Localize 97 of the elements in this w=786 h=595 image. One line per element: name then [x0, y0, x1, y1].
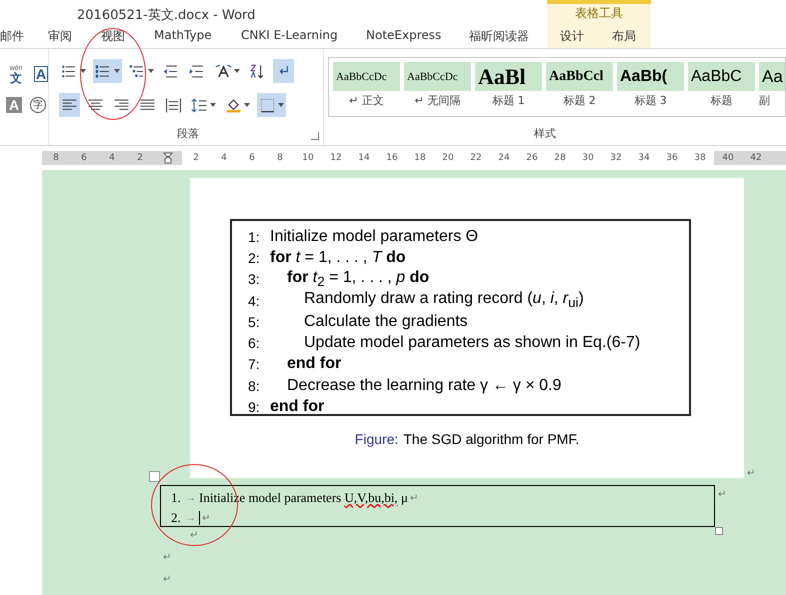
distribute-icon [165, 96, 182, 114]
caret-icon[interactable] [114, 69, 120, 73]
ruler-number: 6 [80, 152, 88, 165]
ruler-number: 34 [637, 152, 651, 165]
ribbon-tab[interactable]: 设计 [560, 28, 584, 45]
ruler-number: 16 [385, 152, 399, 165]
ruler-number: 36 [665, 152, 679, 165]
caret-icon[interactable] [278, 103, 284, 107]
figure-caption: The SGD algorithm for PMF. [403, 431, 580, 447]
tab-mark: → [185, 492, 197, 504]
paragraph-mark: ↵ [410, 492, 418, 504]
dialog-launcher-icon[interactable] [311, 132, 319, 140]
ruler-number: 26 [525, 152, 539, 165]
ruler-number: 22 [469, 152, 483, 165]
ruler-number: 12 [329, 152, 343, 165]
row-end-mark: ↵ [718, 489, 726, 500]
ruler-number: 2 [136, 152, 144, 165]
character-border-button[interactable]: A [34, 66, 48, 82]
ruler-number: 24 [497, 152, 511, 165]
ruler-number: 38 [693, 152, 707, 165]
ruler-number: 8 [276, 152, 284, 165]
ruler-number: 28 [553, 152, 567, 165]
ribbon-tab[interactable]: MathType [154, 28, 212, 42]
algorithm-line: Decrease the learning rate γ ← γ × 0.9 [287, 376, 562, 395]
spacing-icon [191, 96, 208, 114]
ruler-number: 20 [441, 152, 455, 165]
line-number: 9: [248, 399, 261, 416]
bullets-icon [61, 62, 78, 80]
line-number: 8: [248, 378, 261, 394]
numbering-icon [95, 62, 112, 80]
paragraph-mark: ↵ [163, 552, 172, 563]
tab-mark: → [185, 512, 197, 524]
algorithm-line: for t = 1, . . . , T do [270, 248, 406, 267]
paragraph-mark: ↵ [747, 468, 756, 479]
numbering-button[interactable] [93, 59, 122, 83]
ruler-number: 6 [248, 152, 256, 165]
caret-icon[interactable] [234, 69, 240, 73]
ribbon-tab[interactable]: NoteExpress [366, 28, 442, 42]
window-title: 20160521-英文.docx - Word [77, 7, 256, 24]
line-number: 4: [248, 292, 261, 309]
group-label: 样式 [534, 126, 556, 141]
ribbon-tab[interactable]: 福昕阅读器 [469, 28, 529, 45]
paragraph-mark: ↵ [202, 512, 210, 524]
table-resize-handle[interactable] [715, 527, 723, 535]
algorithm-line: Calculate the gradients [304, 312, 468, 331]
algorithm-line: Randomly draw a rating record (u, i, r$_{ui}$) [304, 290, 584, 311]
algorithm-line: end for [287, 355, 342, 374]
algorithm-line: Initialize model parameters Θ [270, 228, 478, 246]
line-number: 7: [248, 356, 261, 372]
ribbon-tab[interactable]: 邮件 [0, 28, 24, 45]
shading-icon [225, 96, 242, 114]
marks-button[interactable] [273, 59, 294, 83]
paragraph-mark: ↵ [163, 574, 172, 585]
line-number: 1: [248, 228, 261, 245]
ruler-number: 4 [108, 152, 116, 165]
ribbon-tab[interactable]: 视图 [101, 28, 125, 45]
ruler-number: 40 [721, 152, 735, 165]
enclose-characters-button[interactable]: 字 [30, 97, 46, 113]
caret-icon[interactable] [80, 69, 86, 73]
ribbon-tab[interactable]: 布局 [612, 28, 636, 45]
ruler-number: 30 [581, 152, 595, 165]
ruler-number: 42 [749, 152, 763, 165]
algorithm-line: for t$_{2}$ = 1, . . . , p do [287, 269, 430, 290]
borders-icon [259, 96, 276, 114]
caret-icon[interactable] [148, 69, 154, 73]
caption-label: Figure: [354, 431, 398, 447]
character-shading-button[interactable]: A [6, 97, 22, 113]
line-number: 6: [248, 335, 261, 352]
ruler-number: 8 [52, 152, 60, 165]
ruler-number: 4 [220, 152, 228, 165]
multilevel-icon [129, 62, 146, 80]
line-number: 3: [248, 271, 261, 288]
ruler-number: 2 [192, 152, 200, 165]
outdent-icon [163, 62, 180, 80]
paragraph-mark: ↵ [190, 530, 198, 541]
indent-marker-icon[interactable] [163, 152, 173, 164]
sort-icon [249, 62, 266, 80]
group-label: 段落 [177, 126, 199, 141]
algorithm-line: end for [270, 398, 324, 416]
line-number: 5: [248, 314, 261, 330]
ribbon-tab[interactable]: CNKI E-Learning [241, 28, 338, 42]
ruler-number: 14 [357, 152, 371, 165]
list-number: 1. [171, 490, 182, 506]
borders-button[interactable] [257, 93, 286, 117]
ruler-number: 32 [609, 152, 623, 165]
ribbon-tab[interactable]: 审阅 [48, 28, 72, 45]
caret-icon[interactable] [210, 103, 216, 107]
align-left-button[interactable] [59, 93, 80, 117]
line-number: 2: [248, 250, 261, 266]
list-number: 2. [171, 510, 182, 526]
indent-icon [189, 62, 206, 80]
ruler-number: 18 [413, 152, 427, 165]
caret-icon[interactable] [244, 103, 250, 107]
table-move-handle[interactable] [149, 471, 160, 482]
algorithm-line: Update model parameters as shown in Eq.(6-7) [304, 334, 640, 352]
ruler-number: 10 [301, 152, 315, 165]
contextual-group-label: 表格工具 [575, 5, 623, 22]
